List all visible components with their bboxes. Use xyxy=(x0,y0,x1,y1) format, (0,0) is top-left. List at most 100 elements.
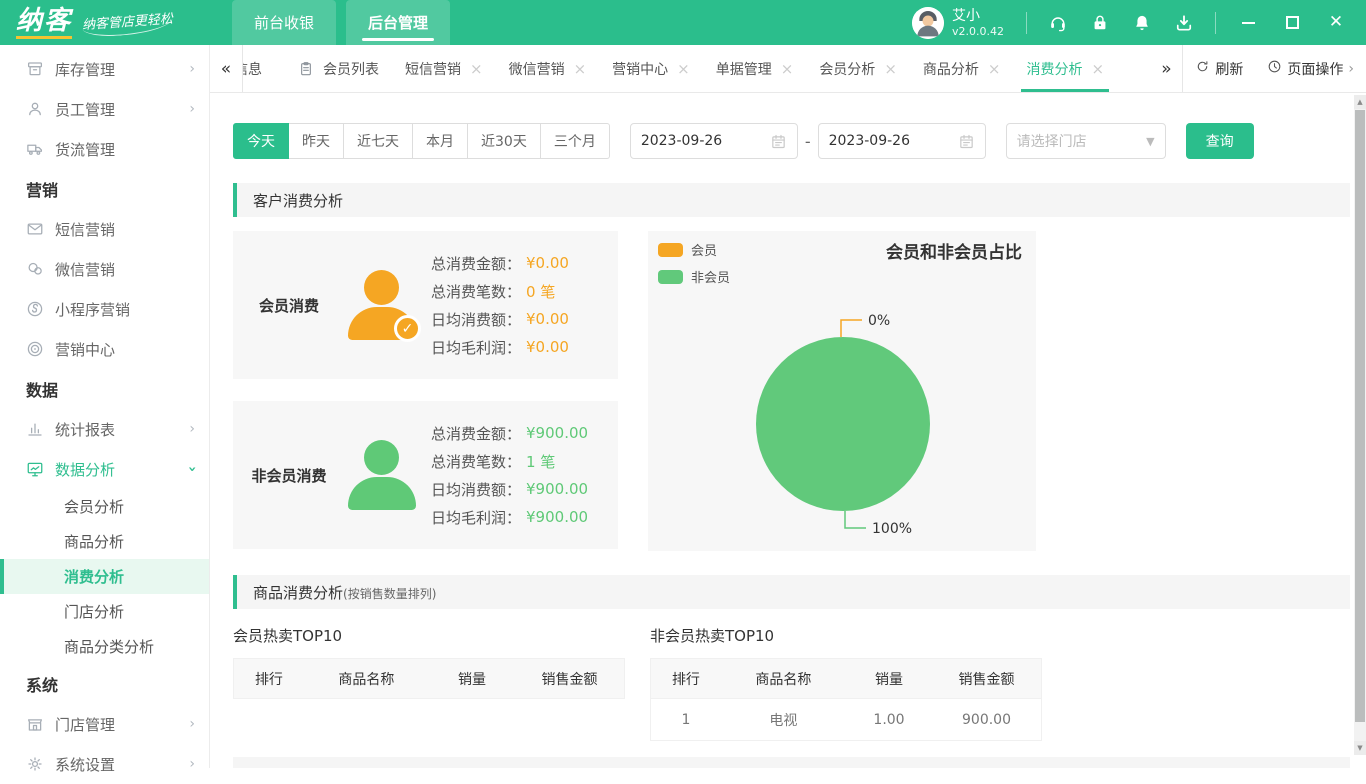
tab-1[interactable]: 会员列表 xyxy=(285,45,392,92)
sidebar-item-18[interactable]: 系统设置 › xyxy=(0,744,209,784)
page-operations-label: 页面操作 xyxy=(1287,61,1344,78)
chevron-icon: › xyxy=(189,61,195,77)
tab-label: 单据管理 xyxy=(715,61,772,78)
quick-range-4[interactable]: 近30天 xyxy=(468,123,541,159)
table-row[interactable]: 1 电视 1.00 900.00 xyxy=(650,698,1042,741)
table-title: 会员热卖TOP10 xyxy=(233,627,343,645)
stat-label: 日均消费额： xyxy=(431,310,522,329)
chart-legend: 会员 非会员 xyxy=(658,240,730,286)
tab-close-icon[interactable]: × xyxy=(781,60,794,78)
refresh-icon xyxy=(1195,59,1210,78)
lock-button[interactable] xyxy=(1079,0,1121,45)
legend-item-0[interactable]: 会员 xyxy=(658,240,730,259)
quick-range-5[interactable]: 三个月 xyxy=(540,123,610,159)
tab-close-icon[interactable]: × xyxy=(988,60,1001,78)
consumption-card-0: 会员消费 ✓ 总消费金额： ¥0.00 总消费笔数： 0 笔日均消费额： ¥0.00 日均毛利… xyxy=(233,231,618,379)
tab-4[interactable]: 营销中心 × xyxy=(599,45,703,92)
topnav-tab-1[interactable]: 后台管理 xyxy=(346,0,451,45)
sidebar-subitem-15[interactable]: 商品分类分析 xyxy=(0,629,209,664)
legend-item-1[interactable]: 非会员 xyxy=(658,267,730,286)
tab-6[interactable]: 会员分析 × xyxy=(806,45,910,92)
scrollbar-thumb[interactable] xyxy=(1355,110,1365,722)
tab-close-icon[interactable]: × xyxy=(884,60,897,78)
date-to-input[interactable]: 2023-09-26 xyxy=(817,123,986,159)
sidebar-subitem-14[interactable]: 门店分析 xyxy=(0,594,209,629)
table-cell: 1.00 xyxy=(845,698,932,741)
main-scrollbar[interactable]: ▲ ▼ xyxy=(1354,95,1366,755)
sidebar-item-10[interactable]: 数据分析 › xyxy=(0,449,209,489)
quick-range-1[interactable]: 昨天 xyxy=(289,123,344,159)
close-icon: ✕ xyxy=(1328,12,1344,32)
tab-close-icon[interactable]: × xyxy=(574,60,587,78)
logo-slogan: 纳客管店更轻松 xyxy=(81,7,174,38)
sidebar-item-6[interactable]: 小程序营销 xyxy=(0,289,209,329)
sidebar-item-1[interactable]: 员工管理 › xyxy=(0,89,209,129)
scroll-up-arrow[interactable]: ▲ xyxy=(1354,95,1366,109)
tabs-collapse-right-button[interactable]: » xyxy=(1150,45,1182,92)
bell-button[interactable] xyxy=(1121,0,1163,45)
tab-label: 会员列表 xyxy=(323,61,379,78)
product-analysis-title: 商品消费分析 xyxy=(253,584,344,602)
tab-5[interactable]: 单据管理 × xyxy=(703,45,807,92)
sidebar-item-7[interactable]: 营销中心 xyxy=(0,329,209,369)
sidebar-subitem-13[interactable]: 消费分析 xyxy=(0,559,209,594)
query-button[interactable]: 查询 xyxy=(1185,123,1254,159)
sidebar-subitem-12[interactable]: 商品分析 xyxy=(0,524,209,559)
tab-8[interactable]: 消费分析 × xyxy=(1013,45,1117,92)
store-select-placeholder: 请选择门店 xyxy=(1016,134,1087,150)
svg-text:0%: 0% xyxy=(868,313,890,329)
tab-label: 信息 xyxy=(243,61,262,78)
top10-tables: 会员热卖TOP10 排行 商品名称 销量 销售金额 非会员热卖TOP10 排行 商品名称 销量销… xyxy=(233,609,1366,741)
tab-3[interactable]: 微信营销 × xyxy=(496,45,600,92)
tab-0[interactable]: 信息 xyxy=(243,45,285,92)
quick-range-2[interactable]: 近七天 xyxy=(344,123,413,159)
consumption-card-1: 非会员消费 总消费金额： ¥900.00 总消费笔数： 1 笔日均消费额： ¥900.00… xyxy=(233,401,618,549)
service-button[interactable] xyxy=(1037,0,1079,45)
stat-label: 日均消费额： xyxy=(431,480,522,499)
close-button[interactable]: ✕ xyxy=(1314,0,1358,45)
store-select[interactable]: 请选择门店 ▼ xyxy=(1005,123,1166,159)
date-from-input[interactable]: 2023-09-26 xyxy=(629,123,798,159)
table-cell: 900.00 xyxy=(932,698,1042,741)
sidebar-item-9[interactable]: 统计报表 › xyxy=(0,409,209,449)
tab-close-icon[interactable]: × xyxy=(470,60,483,78)
sidebar-subitem-11[interactable]: 会员分析 xyxy=(0,489,209,524)
stat-row: 日均消费额： ¥0.00 xyxy=(431,309,569,330)
sidebar-section-3: 营销 xyxy=(26,181,59,200)
sidebar-item-2[interactable]: 货流管理 xyxy=(0,129,209,169)
sidebar-item-label: 短信营销 xyxy=(55,220,116,239)
minimize-button[interactable] xyxy=(1226,0,1270,45)
tab-2[interactable]: 短信营销 × xyxy=(392,45,496,92)
quick-range-0[interactable]: 今天 xyxy=(233,123,289,159)
download-button[interactable] xyxy=(1163,0,1205,45)
sidebar-item-4[interactable]: 短信营销 xyxy=(0,209,209,249)
sidebar-item-0[interactable]: 库存管理 › xyxy=(0,49,209,89)
customer-analysis-section-header: 客户消费分析 xyxy=(233,183,1350,217)
topnav-tab-0[interactable]: 前台收银 xyxy=(232,0,337,45)
card-stats: 总消费金额： ¥900.00 总消费笔数： 1 笔日均消费额： ¥900.00 日均毛利润… xyxy=(431,423,588,528)
tab-7[interactable]: 商品分析 × xyxy=(910,45,1014,92)
sidebar-section-16: 系统 xyxy=(26,676,59,695)
stat-value: ¥900.00 xyxy=(526,508,589,526)
sidebar-item-17[interactable]: 门店管理 › xyxy=(0,704,209,744)
sidebar-item-label: 微信营销 xyxy=(55,260,116,279)
chevron-down-icon: ▼ xyxy=(1146,134,1155,148)
person-icon xyxy=(345,437,419,513)
scroll-down-arrow[interactable]: ▼ xyxy=(1354,741,1366,755)
refresh-button[interactable]: 刷新 xyxy=(1183,45,1255,92)
tab-close-icon[interactable]: × xyxy=(677,60,690,78)
quick-range-3[interactable]: 本月 xyxy=(413,123,468,159)
maximize-button[interactable] xyxy=(1270,0,1314,45)
tab-strip: « 信息会员列表短信营销×微信营销×营销中心×单据管理×会员分析×商品分析×消费… xyxy=(210,45,1366,93)
tab-close-icon[interactable]: × xyxy=(1091,60,1104,78)
tabs-collapse-left-button[interactable]: « xyxy=(210,45,242,92)
avatar[interactable] xyxy=(912,6,944,39)
legend-swatch xyxy=(658,269,683,284)
sidebar-item-5[interactable]: 微信营销 xyxy=(0,249,209,289)
table-header-cell: 销量 xyxy=(845,658,932,699)
page-operations-button[interactable]: 页面操作 › xyxy=(1255,45,1366,92)
envelope-icon xyxy=(27,223,43,235)
minimize-icon xyxy=(1241,21,1255,24)
top10-table-1: 非会员热卖TOP10 排行 商品名称 销量 销售金额 1 电视 1.00 900.00 xyxy=(650,609,1042,741)
quick-range-group: 今天 昨天 近七天 本月 近30天 三个月 xyxy=(233,123,610,159)
